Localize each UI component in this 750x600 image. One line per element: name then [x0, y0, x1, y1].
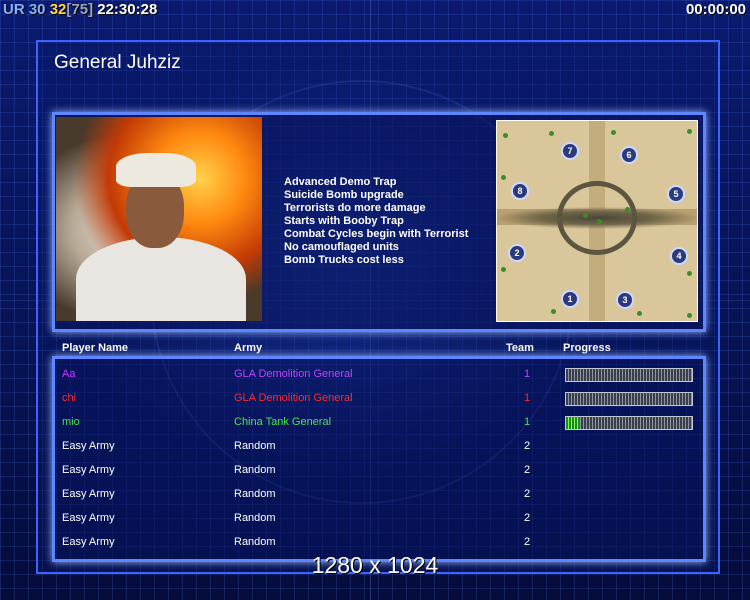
portrait-turban — [116, 153, 196, 187]
player-army: GLA Demolition General — [234, 392, 353, 404]
player-name: Aa — [62, 368, 76, 380]
load-timer: 00:00:00 — [685, 1, 746, 18]
player-team: 2 — [524, 488, 531, 500]
spawn-marker-6: 6 — [620, 146, 638, 164]
player-name: Easy Army — [62, 536, 115, 548]
spawn-marker-2: 2 — [508, 244, 526, 262]
player-army: Random — [234, 512, 276, 524]
player-team: 1 — [524, 368, 531, 380]
map-resource-dot — [611, 130, 616, 135]
hud-value-a: 30 — [28, 1, 46, 18]
portrait-robe — [76, 237, 246, 321]
general-portrait — [56, 117, 262, 321]
player-army: Random — [234, 488, 276, 500]
bonus-item: Advanced Demo Trap — [284, 176, 397, 188]
resource-readout: UR 30 32[75] 22:30:28 — [3, 1, 157, 18]
player-name: mio — [62, 416, 80, 428]
player-team: 1 — [524, 392, 531, 404]
player-team: 2 — [524, 536, 531, 548]
bonus-item: Suicide Bomb upgrade — [284, 189, 404, 201]
bonus-item: No camouflaged units — [284, 241, 399, 253]
map-resource-dot — [687, 271, 692, 276]
top-status-bar: UR 30 32[75] 22:30:28 00:00:00 — [0, 0, 750, 22]
bonus-item: Terrorists do more damage — [284, 202, 426, 214]
ur-label: UR — [3, 1, 25, 18]
spawn-marker-5: 5 — [667, 185, 685, 203]
player-row: Easy Army Random 2 — [62, 484, 702, 504]
player-name: Easy Army — [62, 512, 115, 524]
map-resource-dot — [503, 133, 508, 138]
column-header-player-name: Player Name — [62, 342, 129, 354]
map-resource-dot — [687, 129, 692, 134]
player-row: chi GLA Demolition General 1 — [62, 388, 702, 408]
player-name: chi — [62, 392, 77, 404]
column-header-army: Army — [234, 342, 263, 354]
player-row: Aa GLA Demolition General 1 — [62, 364, 702, 384]
map-resource-dot — [637, 311, 642, 316]
map-resource-dot — [549, 131, 554, 136]
column-header-team: Team — [506, 342, 534, 354]
map-resource-dot — [583, 213, 588, 218]
spawn-marker-3: 3 — [616, 291, 634, 309]
bonus-item: Combat Cycles begin with Terrorist — [284, 228, 469, 240]
player-team: 2 — [524, 464, 531, 476]
loading-progress-bar — [565, 368, 693, 382]
player-row: Easy Army Random 2 — [62, 508, 702, 528]
bonus-item: Starts with Booby Trap — [284, 215, 404, 227]
player-row: mio China Tank General 1 — [62, 412, 702, 432]
general-name-title: General Juhziz — [54, 52, 181, 73]
player-army: Random — [234, 440, 276, 452]
spawn-marker-8: 8 — [511, 182, 529, 200]
map-resource-dot — [551, 309, 556, 314]
spawn-marker-7: 7 — [561, 142, 579, 160]
spawn-marker-4: 4 — [670, 247, 688, 265]
player-name: Easy Army — [62, 440, 115, 452]
loading-progress-bar — [565, 392, 693, 406]
player-team: 1 — [524, 416, 531, 428]
loading-progress-bar — [565, 416, 693, 430]
resolution-label: 1280 x 1024 — [311, 552, 439, 578]
player-name: Easy Army — [62, 464, 115, 476]
player-row: Easy Army Random 2 — [62, 532, 702, 552]
system-clock: 22:30:28 — [97, 1, 158, 18]
player-row: Easy Army Random 2 — [62, 436, 702, 456]
player-row: Easy Army Random 2 — [62, 460, 702, 480]
progress-fill — [566, 417, 580, 429]
column-header-progress: Progress — [563, 342, 611, 354]
map-resource-dot — [597, 219, 602, 224]
map-resource-dot — [501, 175, 506, 180]
bonus-item: Bomb Trucks cost less — [284, 254, 404, 266]
spawn-marker-1: 1 — [561, 290, 579, 308]
hud-value-b: 32 — [49, 1, 67, 18]
map-center-ring — [557, 181, 637, 255]
player-team: 2 — [524, 512, 531, 524]
player-army: GLA Demolition General — [234, 368, 353, 380]
player-name: Easy Army — [62, 488, 115, 500]
player-army: China Tank General — [234, 416, 332, 428]
map-preview: 7 6 8 5 2 4 1 3 — [496, 120, 698, 322]
player-army: Random — [234, 464, 276, 476]
player-army: Random — [234, 536, 276, 548]
map-resource-dot — [625, 207, 630, 212]
general-bonus-list: Advanced Demo Trap Suicide Bomb upgrade … — [284, 176, 468, 267]
player-team: 2 — [524, 440, 531, 452]
map-resource-dot — [687, 313, 692, 318]
hud-value-c: [75] — [66, 1, 94, 18]
map-resource-dot — [501, 267, 506, 272]
